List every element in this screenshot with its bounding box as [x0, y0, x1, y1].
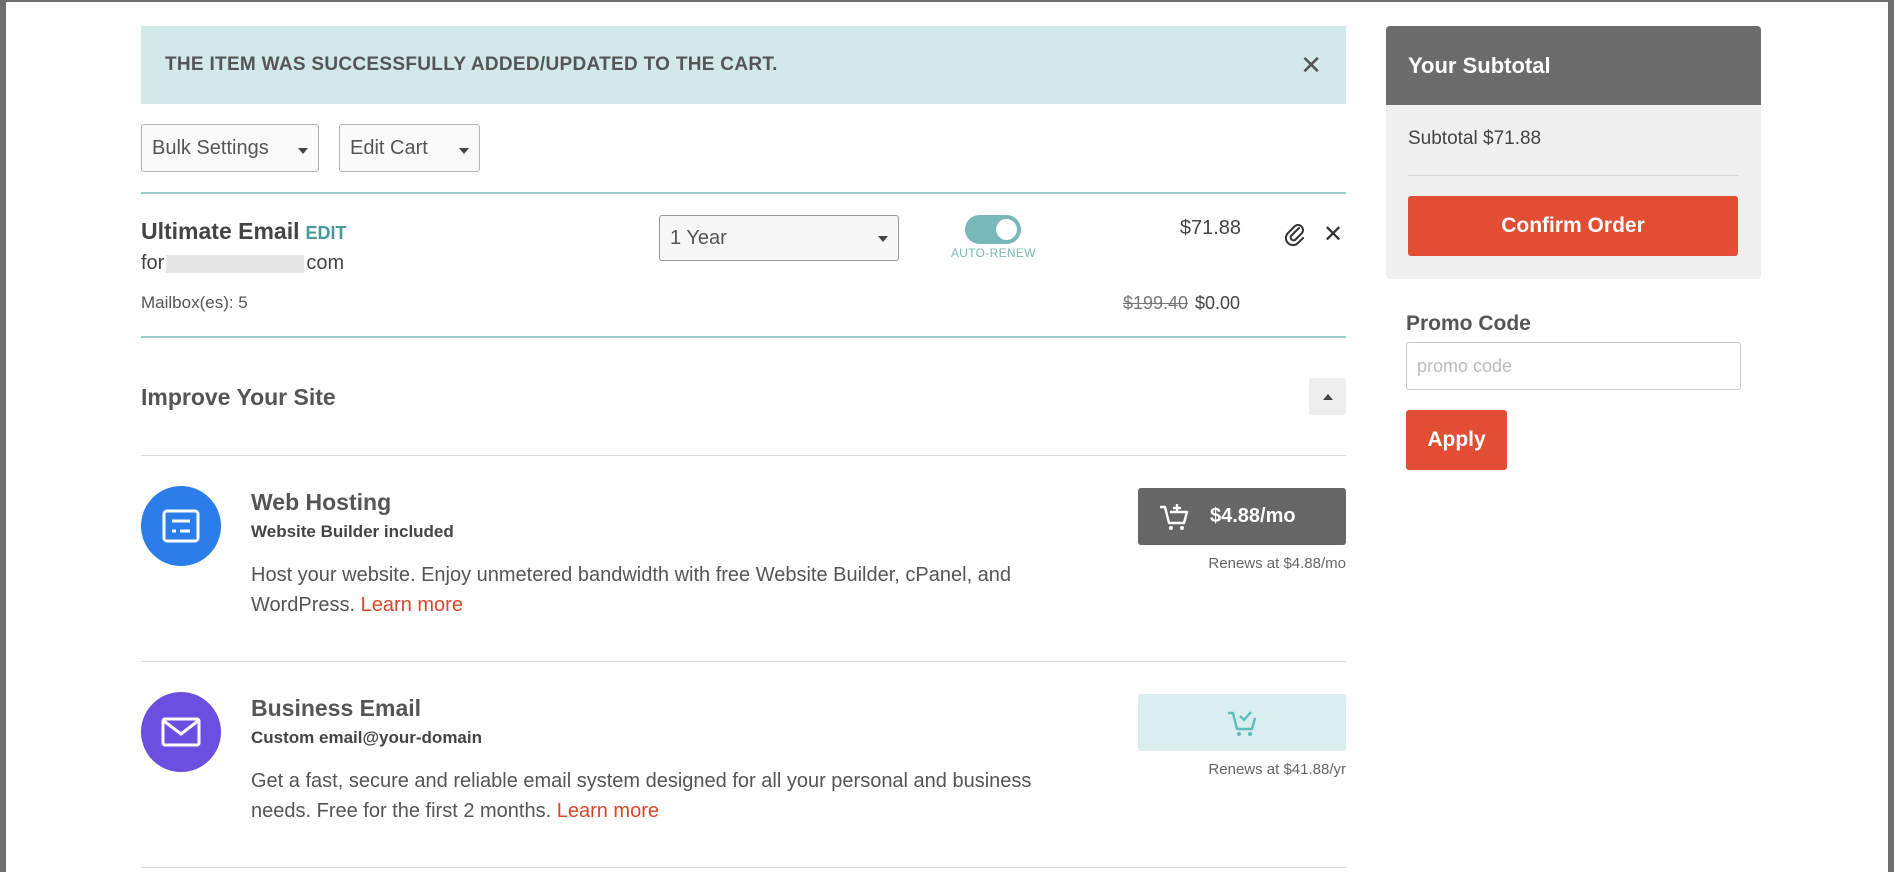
subtotal-title: Your Subtotal	[1386, 26, 1761, 105]
offer-subtitle: Website Builder included	[251, 522, 454, 541]
item-price: $71.88	[1179, 217, 1241, 239]
offer-description: Host your website. Enjoy unmetered bandw…	[251, 560, 1081, 620]
bulk-settings-dropdown[interactable]: Bulk Settings	[141, 124, 319, 172]
section-title: Improve Your Site	[141, 384, 336, 410]
edit-cart-dropdown[interactable]: Edit Cart	[339, 124, 480, 172]
offer-title: Business Email	[251, 695, 422, 721]
offer-subtitle: Custom email@your-domain	[251, 728, 482, 747]
divider	[141, 661, 1346, 662]
alert-message: THE ITEM WAS SUCCESSFULLY ADDED/UPDATED …	[165, 54, 778, 75]
divider	[141, 867, 1346, 868]
divider	[1408, 175, 1738, 176]
renews-text: Renews at $41.88/yr	[1208, 761, 1346, 778]
chevron-down-icon	[459, 148, 469, 154]
term-value: 1 Year	[670, 226, 727, 249]
close-icon[interactable]: ✕	[1300, 50, 1322, 81]
discounted-price: $0.00	[1195, 293, 1241, 313]
window-border-right	[1888, 0, 1894, 872]
server-icon	[141, 486, 221, 566]
cart-check-icon	[1228, 710, 1257, 736]
offer-description: Get a fast, secure and reliable email sy…	[251, 766, 1081, 826]
envelope-icon	[141, 692, 221, 772]
redacted-domain	[166, 254, 305, 273]
auto-renew-toggle[interactable]	[965, 215, 1021, 244]
toggle-knob	[996, 219, 1017, 240]
learn-more-link[interactable]: Learn more	[361, 594, 463, 616]
original-price: $199.40	[1123, 293, 1189, 313]
promo-code-label: Promo Code	[1406, 312, 1531, 335]
term-select[interactable]: 1 Year	[659, 215, 899, 261]
cart-add-icon	[1160, 503, 1189, 530]
remove-item-icon[interactable]: ✕	[1323, 220, 1343, 249]
divider	[141, 192, 1346, 194]
paperclip-icon[interactable]	[1284, 222, 1306, 251]
edit-cart-label: Edit Cart	[350, 136, 428, 159]
confirm-order-button[interactable]: Confirm Order	[1408, 196, 1738, 256]
subtotal-card: Your Subtotal Subtotal $71.88 Confirm Or…	[1386, 26, 1761, 279]
divider	[141, 336, 1346, 338]
cart-item-name: Ultimate Email	[141, 218, 300, 244]
offer-title: Web Hosting	[251, 489, 392, 515]
window-border-top	[0, 0, 1894, 2]
renews-text: Renews at $4.88/mo	[1208, 555, 1346, 572]
add-to-cart-button[interactable]: $4.88/mo	[1138, 488, 1346, 545]
bulk-settings-label: Bulk Settings	[152, 136, 269, 159]
chevron-down-icon	[298, 148, 308, 154]
promo-code-input[interactable]	[1406, 342, 1741, 390]
window-border-left	[0, 0, 6, 872]
edit-item-link[interactable]: EDIT	[306, 223, 347, 243]
domain-prefix: for	[141, 252, 165, 274]
mailbox-count: Mailbox(es): 5	[141, 293, 248, 312]
add-to-cart-button[interactable]	[1138, 694, 1346, 751]
learn-more-link[interactable]: Learn more	[557, 800, 659, 822]
apply-button[interactable]: Apply	[1406, 410, 1507, 470]
collapse-button[interactable]	[1309, 378, 1346, 415]
chevron-down-icon	[878, 236, 888, 242]
cart-item-domain: for com	[141, 252, 344, 275]
offer-price: $4.88/mo	[1210, 505, 1296, 527]
cart-item-title: Ultimate Email EDIT	[141, 218, 347, 245]
divider	[141, 455, 1346, 456]
domain-suffix: com	[306, 252, 345, 274]
subtotal-amount: Subtotal $71.88	[1408, 128, 1542, 149]
chevron-up-icon	[1322, 393, 1333, 400]
auto-renew-label: AUTO-RENEW	[951, 246, 1036, 260]
success-alert: THE ITEM WAS SUCCESSFULLY ADDED/UPDATED …	[141, 26, 1346, 104]
